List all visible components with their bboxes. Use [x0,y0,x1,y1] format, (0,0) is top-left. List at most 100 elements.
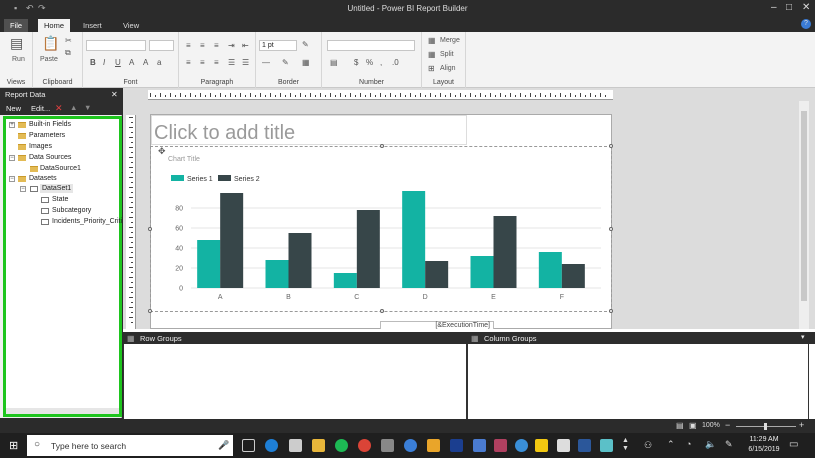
tree-datasets[interactable]: Datasets [29,174,57,183]
notifications-icon[interactable]: ▭ [789,439,798,450]
align-right-icon[interactable]: ≡ [214,41,219,51]
tree-field[interactable]: Subcategory [52,206,91,215]
tree-dataset1[interactable]: DataSet1 [40,184,74,193]
taskbar-search-box[interactable]: ○ Type here to search 🎤 [27,435,233,456]
report-builder-icon[interactable] [535,439,548,452]
cut-icon[interactable]: ✂ [65,36,72,46]
zoom-slider-thumb[interactable] [764,423,767,430]
decimal-icon[interactable]: .0 [392,58,399,68]
tab-insert[interactable]: Insert [77,19,108,32]
move-up-icon[interactable]: ▲ [70,103,77,112]
zoom-out-icon[interactable]: − [725,420,730,430]
tree-data-sources[interactable]: Data Sources [29,153,71,162]
collapse-datasets-icon[interactable]: − [9,176,15,182]
tray-chevron-icon[interactable]: ⌃ [667,439,675,450]
fit-icon[interactable]: ▣ [689,421,697,430]
collapse-datasources-icon[interactable]: − [9,155,15,161]
pen-icon[interactable]: ✎ [725,439,733,450]
align-center-icon[interactable]: ≡ [200,41,205,51]
groups-divider[interactable] [466,344,468,419]
new-button[interactable]: New [6,104,21,113]
border-style-icon[interactable]: — [262,58,270,68]
paste-button[interactable]: Paste [40,56,58,63]
help-icon[interactable]: ? [801,19,811,29]
design-vscrollbar[interactable] [799,101,809,329]
mail-icon[interactable] [289,439,302,452]
volume-icon[interactable]: 🔈 [705,439,716,450]
outdent-icon[interactable]: ⇤ [242,41,249,51]
collapse-dataset1-icon[interactable]: − [20,186,26,192]
close-button[interactable]: ✕ [802,2,810,13]
comma-icon[interactable]: , [380,58,382,68]
tab-file[interactable]: File [4,19,29,32]
people-icon[interactable]: ⚇ [644,440,652,451]
run-button[interactable]: Run [12,56,25,63]
numbering-icon[interactable]: ☰ [242,58,249,68]
placeholder-styles-icon[interactable]: ▤ [330,58,338,68]
tab-view[interactable]: View [117,19,145,32]
chrome-icon[interactable] [358,439,371,452]
expand-builtin-icon[interactable]: + [9,122,15,128]
bold-icon[interactable]: B [90,58,96,68]
bullets-icon[interactable]: ☰ [228,58,235,68]
groups-dropdown-icon[interactable]: ▾ [801,333,805,341]
font-size-select[interactable] [149,40,174,51]
indent-icon[interactable]: ⇥ [228,41,235,51]
tree-builtin-fields[interactable]: Built-in Fields [29,120,71,129]
app-icon[interactable] [494,439,507,452]
underline-icon[interactable]: U [115,58,121,68]
edit-button[interactable]: Edit... [31,104,50,113]
app-icon[interactable] [515,439,528,452]
photos-icon[interactable] [381,439,394,452]
network-icon[interactable]: ◔ [686,439,691,449]
font-shrink-icon[interactable]: a [157,58,161,68]
border-width-select[interactable]: 1 pt [259,40,297,51]
pen-color-icon[interactable]: ✎ [282,58,289,68]
copy-icon[interactable]: ⧉ [65,48,71,58]
font-grow-icon[interactable]: A [143,58,148,68]
windows-start-icon[interactable]: ⊞ [9,439,18,452]
italic-icon[interactable]: I [103,58,105,68]
app-icon[interactable] [450,439,463,452]
align-button[interactable]: Align [440,65,456,72]
file-explorer-icon[interactable] [312,439,325,452]
align-icon[interactable]: ⊞ [428,64,435,74]
tree-images[interactable]: Images [29,142,52,151]
tree-field[interactable]: State [52,195,68,204]
tree-datasource1[interactable]: DataSource1 [40,164,81,173]
borders-icon[interactable]: ▦ [302,58,310,68]
app-icon[interactable] [404,439,417,452]
microphone-icon[interactable]: 🎤 [218,440,229,451]
app-icon[interactable] [557,439,570,452]
move-down-icon[interactable]: ▼ [84,103,91,112]
merge-icon[interactable]: ▦ [428,36,436,46]
scroll-thumb[interactable] [801,111,807,301]
top-align-icon[interactable]: ≡ [186,58,191,68]
percent-icon[interactable]: % [366,58,373,68]
app-icon[interactable] [600,439,613,452]
align-left-icon[interactable]: ≡ [186,41,191,51]
page-view-icon[interactable]: ▤ [676,421,684,430]
maximize-button[interactable]: □ [786,2,792,13]
app-icon[interactable] [427,439,440,452]
clock-time[interactable]: 11:29 AM [747,436,781,443]
taskbar-scroll-icon[interactable]: ▲ ▼ [622,437,629,453]
tab-home[interactable]: Home [38,19,71,32]
delete-icon[interactable]: ✕ [55,103,63,114]
clock-date[interactable]: 6/15/2019 [745,446,783,453]
merge-button[interactable]: Merge [440,37,460,44]
split-button[interactable]: Split [440,51,454,58]
border-color-icon[interactable]: ✎ [302,40,309,50]
app-icon[interactable] [473,439,486,452]
currency-icon[interactable]: $ [354,58,358,68]
run-icon[interactable]: ▤ [10,36,23,50]
spotify-icon[interactable] [335,439,348,452]
font-family-select[interactable] [86,40,146,51]
task-view-icon[interactable] [242,439,255,452]
edge-icon[interactable] [265,439,278,452]
number-format-select[interactable] [327,40,415,51]
tree-hscrollbar[interactable] [6,408,119,414]
split-icon[interactable]: ▦ [428,50,436,60]
chart[interactable]: ✥ Chart Title Series 1 Series 2 0 20 40 60 8… [148,144,613,313]
panel-close-icon[interactable]: ✕ [111,88,118,101]
